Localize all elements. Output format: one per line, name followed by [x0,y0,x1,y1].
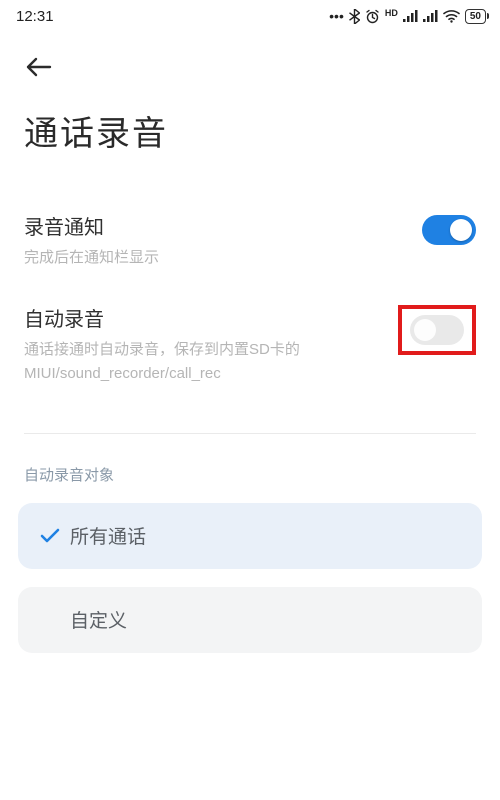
more-icon: ••• [329,8,344,24]
setting-auto-record[interactable]: 自动录音 通话接通时自动录音，保存到内置SD卡的MIUI/sound_recor… [24,293,476,409]
status-time: 12:31 [16,8,54,25]
status-icons: ••• HD 50 [329,8,486,24]
option-custom[interactable]: 自定义 [18,587,482,653]
setting-desc: 通话接通时自动录音，保存到内置SD卡的MIUI/sound_recorder/c… [24,338,384,385]
toggle-record-notification[interactable] [422,215,476,245]
toggle-knob [450,219,472,241]
toggle-knob [414,319,436,341]
hd-icon: HD [385,8,398,18]
page-title: 通话录音 [0,94,500,201]
signal-icon [403,10,418,22]
toggle-auto-record[interactable] [410,315,464,345]
setting-desc: 完成后在通知栏显示 [24,246,408,269]
setting-record-notification[interactable]: 录音通知 完成后在通知栏显示 [24,201,476,293]
section-label-auto-record-target: 自动录音对象 [0,434,500,503]
status-bar: 12:31 ••• HD 50 [0,0,500,32]
signal-icon-2 [423,10,438,22]
back-button[interactable] [22,50,56,84]
check-icon [40,528,70,544]
wifi-icon [443,10,460,23]
bluetooth-icon [349,9,360,24]
arrow-left-icon [26,57,52,77]
option-label: 自定义 [40,606,127,633]
setting-title: 自动录音 [24,303,384,332]
battery-icon: 50 [465,9,486,24]
option-label: 所有通话 [70,522,146,549]
annotation-highlight [398,305,476,355]
alarm-icon [365,9,380,24]
option-all-calls[interactable]: 所有通话 [18,503,482,569]
setting-title: 录音通知 [24,211,408,240]
